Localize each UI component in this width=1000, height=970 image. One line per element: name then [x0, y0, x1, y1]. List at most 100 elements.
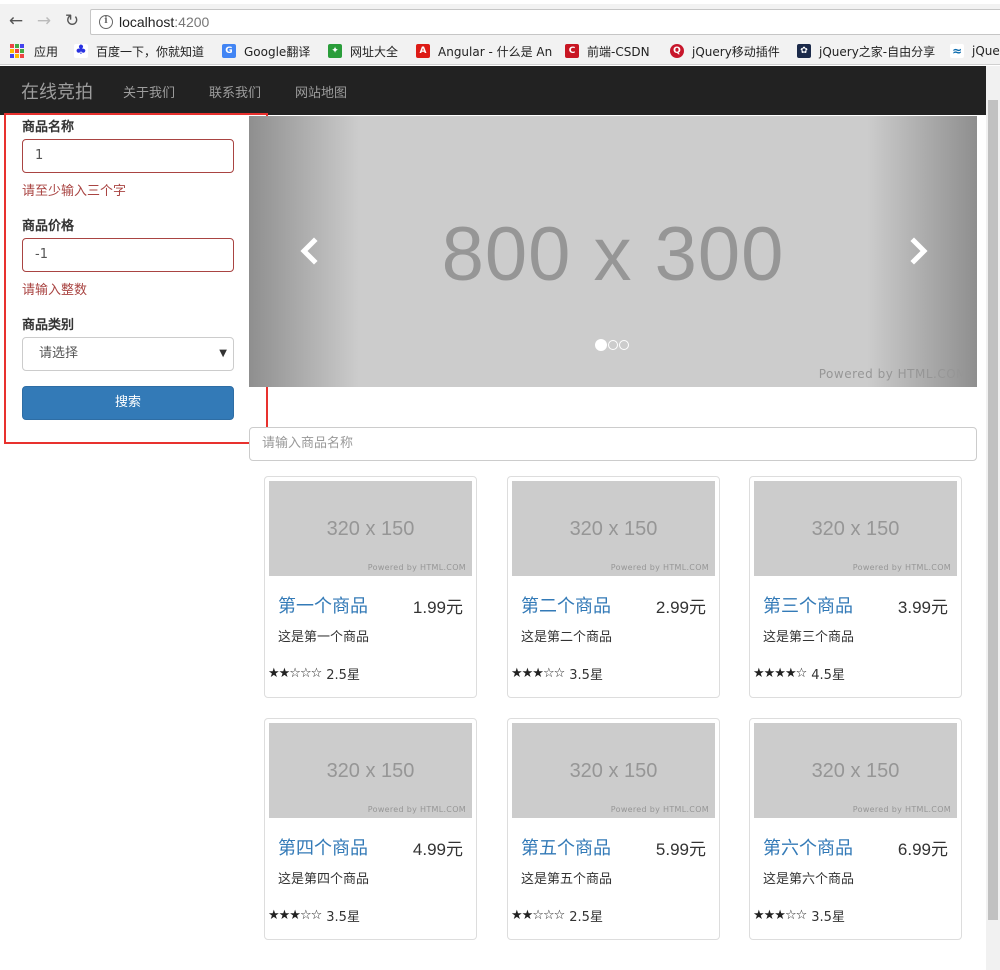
bookmark-label: jQuery移动插件: [692, 44, 780, 59]
product-filter-input[interactable]: 请输入商品名称: [249, 427, 977, 461]
rating-label: 4.5星: [811, 668, 845, 683]
product-card[interactable]: 320 x 150 Powered by HTML.COM 第一个商品 1.99…: [264, 476, 477, 698]
star-rating-icon: ★★★★☆: [753, 666, 807, 681]
thumbnail-placeholder-text: 320 x 150: [811, 760, 900, 782]
product-price: 1.99元: [412, 598, 463, 617]
bookmark-label: 应用: [34, 44, 59, 59]
forward-arrow-icon[interactable]: →: [34, 11, 54, 31]
category-selected-value: 请选择: [39, 346, 79, 361]
search-button[interactable]: 搜索: [22, 386, 234, 420]
thumbnail-powered-by: Powered by HTML.COM: [852, 563, 951, 572]
navbar-brand[interactable]: 在线竞拍: [21, 78, 93, 104]
product-title-link[interactable]: 第六个商品: [763, 834, 853, 860]
product-title-link[interactable]: 第五个商品: [521, 834, 611, 860]
product-rating: ★★★☆☆ 3.5星: [511, 664, 603, 683]
chevron-left-icon[interactable]: [294, 236, 324, 266]
product-name-label: 商品名称: [22, 120, 75, 135]
rating-label: 2.5星: [326, 668, 360, 683]
thumbnail-powered-by: Powered by HTML.COM: [367, 563, 466, 572]
product-thumbnail[interactable]: 320 x 150 Powered by HTML.COM: [754, 723, 957, 818]
bookmark-apps[interactable]: 应用: [10, 42, 58, 60]
nav-link-contact[interactable]: 联系我们: [209, 82, 261, 101]
carousel-indicators: [595, 339, 629, 351]
product-price: 3.99元: [897, 598, 948, 617]
thumbnail-placeholder-text: 320 x 150: [811, 518, 900, 540]
nav-link-sitemap[interactable]: 网站地图: [295, 82, 347, 101]
page-scrollbar-thumb[interactable]: [988, 100, 998, 920]
thumbnail-placeholder-text: 320 x 150: [326, 760, 415, 782]
bookmarks-bar: 应用 ♣ 百度一下，你就知道 G Google翻译 ✦ 网址大全 A Angul…: [0, 38, 1000, 65]
bookmark-csdn[interactable]: C 前端-CSDN: [565, 42, 650, 60]
bookmark-jquery-mobile[interactable]: Q jQuery移动插件: [670, 42, 780, 60]
product-rating: ★★☆☆☆ 2.5星: [511, 906, 603, 925]
product-card[interactable]: 320 x 150 Powered by HTML.COM 第五个商品 5.99…: [507, 718, 720, 940]
product-description: 这是第四个商品: [278, 872, 370, 887]
carousel-indicator-2[interactable]: [608, 340, 618, 350]
product-name-input[interactable]: 1: [22, 139, 234, 173]
baidu-paw-icon: ♣: [74, 43, 88, 58]
product-card[interactable]: 320 x 150 Powered by HTML.COM 第三个商品 3.99…: [749, 476, 962, 698]
star-rating-icon: ★★★☆☆: [268, 908, 322, 923]
product-thumbnail[interactable]: 320 x 150 Powered by HTML.COM: [512, 723, 715, 818]
carousel-indicator-3[interactable]: [619, 340, 629, 350]
product-title-link[interactable]: 第二个商品: [521, 592, 611, 618]
rating-label: 2.5星: [569, 910, 603, 925]
product-description: 这是第三个商品: [763, 630, 855, 645]
address-bar[interactable]: i localhost:4200: [90, 9, 1000, 35]
product-thumbnail[interactable]: 320 x 150 Powered by HTML.COM: [269, 481, 472, 576]
thumbnail-powered-by: Powered by HTML.COM: [852, 805, 951, 814]
bookmark-label: jQuery之家-自由分享: [819, 44, 936, 59]
info-icon[interactable]: i: [99, 15, 113, 29]
product-card[interactable]: 320 x 150 Powered by HTML.COM 第六个商品 6.99…: [749, 718, 962, 940]
bookmark-google-translate[interactable]: G Google翻译: [222, 42, 310, 60]
back-arrow-icon[interactable]: ←: [6, 11, 26, 31]
thumbnail-placeholder-text: 320 x 150: [569, 518, 658, 540]
site-directory-icon: ✦: [328, 44, 342, 58]
product-price-label: 商品价格: [22, 219, 75, 234]
product-category-select[interactable]: 请选择 ▼: [22, 337, 234, 371]
product-price: 6.99元: [897, 840, 948, 859]
product-rating: ★★☆☆☆ 2.5星: [268, 664, 360, 683]
product-description: 这是第二个商品: [521, 630, 613, 645]
product-description: 这是第一个商品: [278, 630, 370, 645]
thumbnail-placeholder-text: 320 x 150: [326, 518, 415, 540]
product-description: 这是第六个商品: [763, 872, 855, 887]
star-rating-icon: ★★☆☆☆: [511, 908, 565, 923]
product-price-input[interactable]: -1: [22, 238, 234, 272]
google-translate-icon: G: [222, 44, 236, 58]
product-title-link[interactable]: 第三个商品: [763, 592, 853, 618]
product-card[interactable]: 320 x 150 Powered by HTML.COM 第四个商品 4.99…: [264, 718, 477, 940]
bookmark-label: 百度一下，你就知道: [96, 44, 205, 59]
star-rating-icon: ★★★☆☆: [511, 666, 565, 681]
nav-link-about[interactable]: 关于我们: [123, 82, 175, 101]
jquery-swirl-icon: ≈: [950, 44, 964, 58]
product-thumbnail[interactable]: 320 x 150 Powered by HTML.COM: [269, 723, 472, 818]
angular-shield-icon: A: [416, 44, 430, 58]
jquery-mobile-icon: Q: [670, 44, 684, 58]
address-url: localhost:4200: [119, 14, 209, 30]
bookmark-baidu[interactable]: ♣ 百度一下，你就知道: [74, 42, 204, 60]
carousel-indicator-1[interactable]: [595, 339, 607, 351]
dropdown-caret-icon: ▼: [219, 348, 227, 359]
bookmark-label: 网址大全: [350, 44, 399, 59]
product-price: 2.99元: [655, 598, 706, 617]
star-rating-icon: ★★☆☆☆: [268, 666, 322, 681]
product-description: 这是第五个商品: [521, 872, 613, 887]
product-thumbnail[interactable]: 320 x 150 Powered by HTML.COM: [754, 481, 957, 576]
product-name-error: 请至少输入三个字: [22, 184, 127, 199]
carousel: 800 x 300 Powered by HTML.COM: [249, 116, 977, 387]
product-card[interactable]: 320 x 150 Powered by HTML.COM 第二个商品 2.99…: [507, 476, 720, 698]
product-price: 4.99元: [412, 840, 463, 859]
product-thumbnail[interactable]: 320 x 150 Powered by HTML.COM: [512, 481, 715, 576]
bookmark-site-directory[interactable]: ✦ 网址大全: [328, 42, 398, 60]
bookmark-label: Angular - 什么是 An: [438, 44, 553, 59]
product-price-error: 请输入整数: [22, 283, 88, 298]
reload-icon[interactable]: ↻: [62, 11, 82, 31]
product-title-link[interactable]: 第一个商品: [278, 592, 368, 618]
product-title-link[interactable]: 第四个商品: [278, 834, 368, 860]
bookmark-jquery-home[interactable]: ✿ jQuery之家-自由分享: [797, 42, 935, 60]
chevron-right-icon[interactable]: [904, 236, 934, 266]
app-navbar: 在线竞拍 关于我们 联系我们 网站地图: [0, 66, 986, 115]
bookmark-jquery[interactable]: ≈ jQue: [950, 42, 1000, 60]
bookmark-angular[interactable]: A Angular - 什么是 An: [416, 42, 552, 60]
